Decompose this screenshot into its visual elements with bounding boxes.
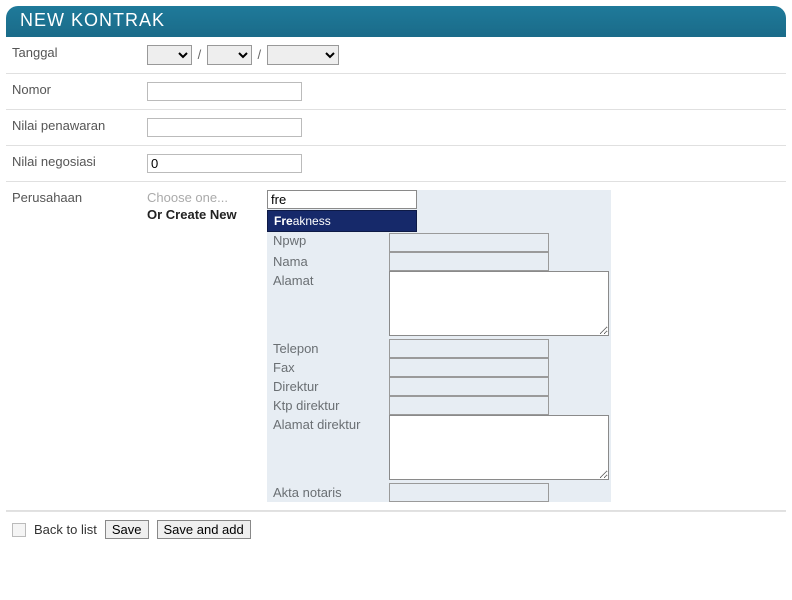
- label-nilai-negosiasi: Nilai negosiasi: [6, 146, 141, 182]
- form-table: Tanggal / / Nomor Nilai penawaran Nilai …: [6, 37, 786, 511]
- nilai-penawaran-input[interactable]: [147, 118, 302, 137]
- autocomplete-rest: akness: [293, 214, 331, 228]
- alamat-input[interactable]: [389, 271, 609, 336]
- perusahaan-sub-table: Freakness Npwp Nama: [267, 190, 611, 502]
- or-create-new-text: Or Create New: [147, 207, 267, 222]
- fax-input[interactable]: [389, 358, 549, 377]
- direktur-input[interactable]: [389, 377, 549, 396]
- autocomplete-suggestion[interactable]: Freakness: [267, 210, 417, 232]
- label-nilai-penawaran: Nilai penawaran: [6, 110, 141, 146]
- tanggal-month-select[interactable]: [207, 45, 252, 65]
- date-separator: /: [256, 47, 264, 62]
- alamat-direktur-input[interactable]: [389, 415, 609, 480]
- nomor-input[interactable]: [147, 82, 302, 101]
- sublabel-akta-notaris: Akta notaris: [267, 483, 389, 502]
- tanggal-year-select[interactable]: [267, 45, 339, 65]
- choose-one-text: Choose one...: [147, 190, 267, 205]
- telepon-input[interactable]: [389, 339, 549, 358]
- page-title: NEW KONTRAK: [6, 6, 786, 37]
- sublabel-nama: Nama: [267, 252, 389, 271]
- nilai-negosiasi-input[interactable]: [147, 154, 302, 173]
- sublabel-telepon: Telepon: [267, 339, 389, 358]
- label-nomor: Nomor: [6, 74, 141, 110]
- autocomplete-bold: Fre: [274, 214, 293, 228]
- perusahaan-search-input[interactable]: [267, 190, 417, 209]
- save-button[interactable]: Save: [105, 520, 149, 539]
- sublabel-alamat-direktur: Alamat direktur: [267, 415, 389, 483]
- tanggal-day-select[interactable]: [147, 45, 192, 65]
- date-separator: /: [196, 47, 204, 62]
- back-to-list-icon: [12, 523, 26, 537]
- sublabel-alamat: Alamat: [267, 271, 389, 339]
- sublabel-fax: Fax: [267, 358, 389, 377]
- label-perusahaan: Perusahaan: [6, 182, 141, 511]
- sublabel-ktp-direktur: Ktp direktur: [267, 396, 389, 415]
- akta-notaris-input[interactable]: [389, 483, 549, 502]
- label-tanggal: Tanggal: [6, 37, 141, 74]
- back-to-list-link[interactable]: Back to list: [34, 522, 97, 537]
- sublabel-direktur: Direktur: [267, 377, 389, 396]
- footer-bar: Back to list Save Save and add: [6, 511, 786, 549]
- save-and-add-button[interactable]: Save and add: [157, 520, 251, 539]
- npwp-input[interactable]: [389, 233, 549, 252]
- nama-input[interactable]: [389, 252, 549, 271]
- ktp-direktur-input[interactable]: [389, 396, 549, 415]
